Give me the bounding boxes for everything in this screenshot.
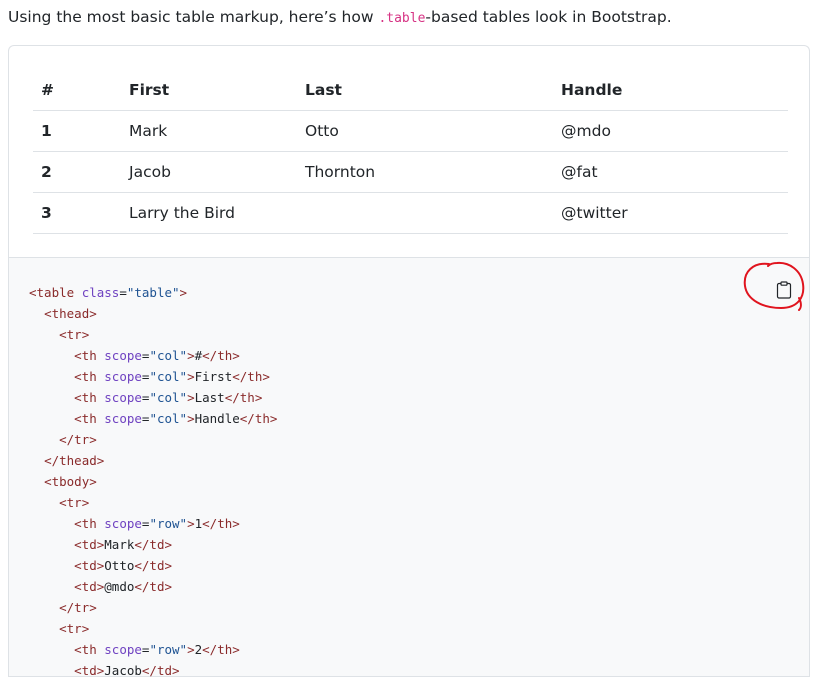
example-table: # First Last Handle 1 Mark Otto @mdo 2 J…	[33, 70, 788, 234]
code-line: </tr>	[59, 600, 97, 615]
code-line: <td>@mdo</td>	[74, 579, 173, 594]
table-row: 1 Mark Otto @mdo	[33, 110, 788, 152]
header-cell: First	[121, 70, 297, 111]
code-line: <tbody>	[44, 474, 97, 489]
code-line: <tr>	[59, 495, 90, 510]
header-cell: Last	[297, 70, 553, 111]
table-cell: @twitter	[553, 192, 788, 234]
inline-code: .table	[378, 11, 426, 26]
code-line: <tr>	[59, 327, 90, 342]
code-line: <table class="table">	[29, 285, 188, 300]
code-line: </thead>	[44, 453, 105, 468]
example-preview: # First Last Handle 1 Mark Otto @mdo 2 J…	[8, 45, 810, 257]
table-row: 2 Jacob Thornton @fat	[33, 151, 788, 193]
table-cell: Otto	[297, 110, 553, 152]
code-line: <td>Jacob</td>	[74, 663, 180, 678]
row-number: 3	[33, 192, 121, 234]
row-number: 1	[33, 110, 121, 152]
code-block: <table class="table"> <thead> <tr> <th s…	[29, 282, 277, 681]
code-line: <th scope="col">First</th>	[74, 369, 270, 384]
table-cell	[297, 192, 553, 234]
table-cell: Thornton	[297, 151, 553, 193]
table-cell: Jacob	[121, 151, 297, 193]
header-cell: Handle	[553, 70, 788, 111]
table-header-row: # First Last Handle	[33, 70, 788, 111]
table-cell: @mdo	[553, 110, 788, 152]
clipboard-icon	[776, 281, 792, 299]
code-line: </tr>	[59, 432, 97, 447]
intro-text: Using the most basic table markup, here’…	[8, 6, 672, 30]
table-cell: @fat	[553, 151, 788, 193]
code-snippet: <table class="table"> <thead> <tr> <th s…	[8, 257, 810, 678]
code-line: <td>Otto</td>	[74, 558, 173, 573]
copy-button[interactable]	[773, 278, 795, 302]
code-line: <th scope="col">Handle</th>	[74, 411, 278, 426]
table-cell: Mark	[121, 110, 297, 152]
row-number: 2	[33, 151, 121, 193]
code-line: <th scope="row">1</th>	[74, 516, 240, 531]
code-line: <td>Mark</td>	[74, 537, 173, 552]
intro-after: -based tables look in Bootstrap.	[425, 8, 672, 26]
table-cell: Larry the Bird	[121, 192, 297, 234]
code-line: <th scope="row">2</th>	[74, 642, 240, 657]
table-row: 3 Larry the Bird @twitter	[33, 192, 788, 234]
code-line: <th scope="col">Last</th>	[74, 390, 263, 405]
code-line: <tr>	[59, 621, 90, 636]
header-cell: #	[33, 70, 121, 111]
code-line: <th scope="col">#</th>	[74, 348, 240, 363]
code-line: <thead>	[44, 306, 97, 321]
intro-before: Using the most basic table markup, here’…	[8, 8, 379, 26]
